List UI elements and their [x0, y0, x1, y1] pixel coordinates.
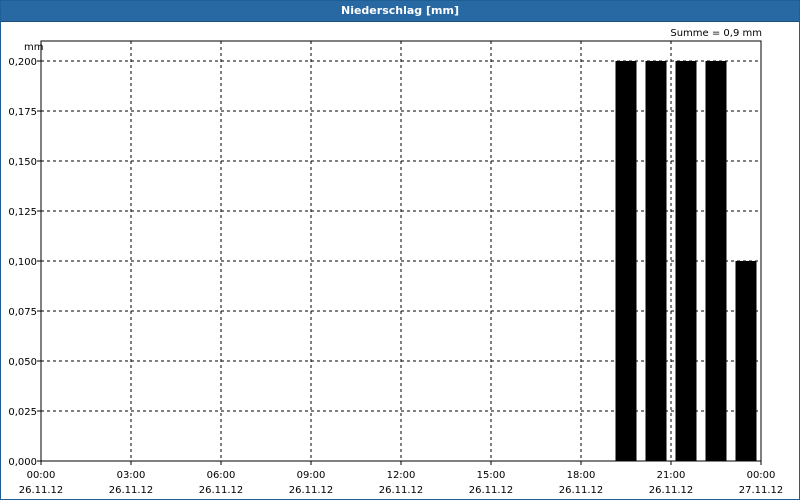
y-tick-label: 0,075 — [8, 307, 37, 318]
x-tick-date-label: 26.11.12 — [289, 485, 334, 496]
precipitation-bar — [645, 61, 667, 461]
precipitation-bar — [615, 61, 637, 461]
x-tick-date-label: 26.11.12 — [649, 485, 694, 496]
y-tick-label: 0,050 — [8, 357, 37, 368]
x-tick-date-label: 26.11.12 — [109, 485, 154, 496]
x-tick-date-label: 26.11.12 — [19, 485, 64, 496]
x-tick-time-label: 21:00 — [657, 470, 686, 481]
x-tick-date-label: 26.11.12 — [559, 485, 604, 496]
y-tick-label: 0,200 — [8, 57, 37, 68]
precipitation-bar — [735, 261, 757, 461]
precipitation-chart: 0,000 0,025 0,050 0,075 0,100 0,125 0,150 0,175… — [8, 28, 784, 496]
x-tick-time-label: 00:00 — [747, 470, 776, 481]
x-tick-time-label: 03:00 — [117, 470, 146, 481]
y-tick-label: 0,125 — [8, 207, 37, 218]
x-tick-time-label: 09:00 — [297, 470, 326, 481]
x-tick-date-label: 26.11.12 — [199, 485, 244, 496]
x-tick-time-label: 06:00 — [207, 470, 236, 481]
y-tick-label: 0,025 — [8, 407, 37, 418]
x-tick-date-label: 27.11.12 — [739, 485, 784, 496]
precipitation-bar — [675, 61, 697, 461]
y-tick-label: 0,150 — [8, 157, 37, 168]
x-tick-date-label: 26.11.12 — [379, 485, 424, 496]
x-tick-time-label: 00:00 — [27, 470, 56, 481]
x-tick-time-label: 12:00 — [387, 470, 416, 481]
y-axis-unit-label: mm — [24, 42, 43, 53]
precipitation-bar — [705, 61, 727, 461]
y-tick-label: 0,100 — [8, 257, 37, 268]
sum-annotation: Summe = 0,9 mm — [670, 28, 762, 39]
y-axis-ticks: 0,000 0,025 0,050 0,075 0,100 0,125 0,150 0,175… — [8, 57, 41, 468]
y-tick-label: 0,175 — [8, 107, 37, 118]
x-axis-ticks: 00:00 26.11.12 03:00 26.11.12 06:00 26.11.12 0… — [19, 461, 784, 496]
y-tick-label: 0,000 — [8, 457, 37, 468]
x-tick-time-label: 18:00 — [567, 470, 596, 481]
x-tick-date-label: 26.11.12 — [469, 485, 514, 496]
x-tick-time-label: 15:00 — [477, 470, 506, 481]
